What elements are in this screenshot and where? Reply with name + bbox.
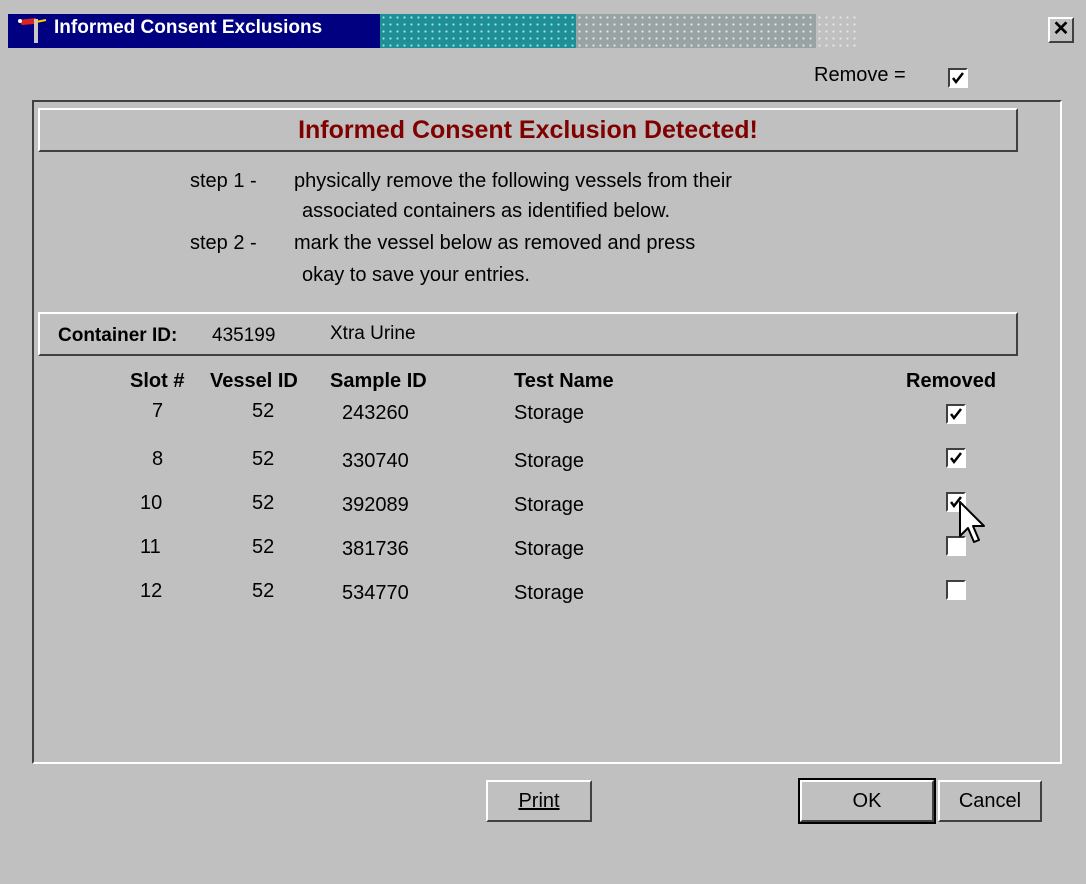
header-removed: Removed — [906, 370, 997, 392]
container-id-label: Container ID: — [58, 325, 178, 346]
remove-legend-label: Remove = — [814, 64, 906, 86]
mouse-cursor-icon — [959, 501, 985, 543]
cell-sample-id: 381736 — [342, 538, 409, 560]
header-sample-id: Sample ID — [330, 370, 427, 392]
title-bar-pattern-fade — [816, 14, 856, 48]
app-icon — [18, 18, 47, 43]
container-id-value: 435199 — [212, 325, 276, 346]
step1-line1: physically remove the following vessels … — [294, 170, 732, 192]
cell-vessel-id: 52 — [252, 492, 275, 514]
step2-line2: okay to save your entries. — [302, 264, 530, 286]
step2-line1: mark the vessel below as removed and pre… — [294, 232, 696, 254]
remove-legend-checkbox-icon — [948, 68, 968, 88]
header-vessel-id: Vessel ID — [210, 370, 298, 392]
print-button-label: Print — [518, 790, 560, 812]
cell-slot: 10 — [140, 492, 163, 514]
header-slot: Slot # — [130, 370, 185, 392]
cancel-button-label: Cancel — [958, 790, 1022, 812]
cell-test-name: Storage — [514, 494, 585, 516]
remove-legend: Remove = — [814, 64, 906, 87]
close-button[interactable]: ✕ — [1048, 17, 1074, 43]
removed-checkbox[interactable] — [946, 404, 966, 424]
header-test-name: Test Name — [514, 370, 614, 392]
exclusion-banner: Informed Consent Exclusion Detected! — [38, 108, 1018, 152]
close-icon: ✕ — [1052, 18, 1070, 40]
cell-sample-id: 534770 — [342, 582, 409, 604]
cell-slot: 8 — [152, 448, 164, 470]
cell-sample-id: 243260 — [342, 402, 409, 424]
ok-button-label: OK — [852, 790, 882, 812]
cell-slot: 7 — [152, 400, 164, 422]
removed-checkbox[interactable] — [946, 448, 966, 468]
title-bar-pattern-grey — [576, 14, 816, 48]
print-button[interactable]: Print — [486, 780, 592, 822]
cell-test-name: Storage — [514, 402, 585, 424]
cell-slot: 11 — [140, 536, 161, 558]
cell-sample-id: 392089 — [342, 494, 409, 516]
step2-prefix: step 2 - — [190, 232, 257, 254]
cell-vessel-id: 52 — [252, 448, 275, 470]
banner-title: Informed Consent Exclusion Detected! — [298, 116, 758, 144]
ok-button[interactable]: OK — [798, 778, 936, 824]
cell-test-name: Storage — [514, 538, 585, 560]
title-bar-pattern — [380, 14, 576, 48]
cell-slot: 12 — [140, 580, 163, 602]
removed-checkbox[interactable] — [946, 580, 966, 600]
cell-test-name: Storage — [514, 450, 585, 472]
title-bar: Informed Consent Exclusions ✕ — [0, 0, 1086, 62]
window-title: Informed Consent Exclusions — [54, 17, 323, 38]
step1-prefix: step 1 - — [190, 170, 257, 192]
cell-sample-id: 330740 — [342, 450, 409, 472]
container-type: Xtra Urine — [330, 323, 416, 344]
step1-line2: associated containers as identified belo… — [302, 200, 671, 222]
cell-vessel-id: 52 — [252, 580, 275, 602]
cell-vessel-id: 52 — [252, 400, 275, 422]
cell-test-name: Storage — [514, 582, 585, 604]
cell-vessel-id: 52 — [252, 536, 275, 558]
cancel-button[interactable]: Cancel — [938, 780, 1042, 822]
container-bar: Container ID: 435199 Xtra Urine — [38, 312, 1018, 356]
